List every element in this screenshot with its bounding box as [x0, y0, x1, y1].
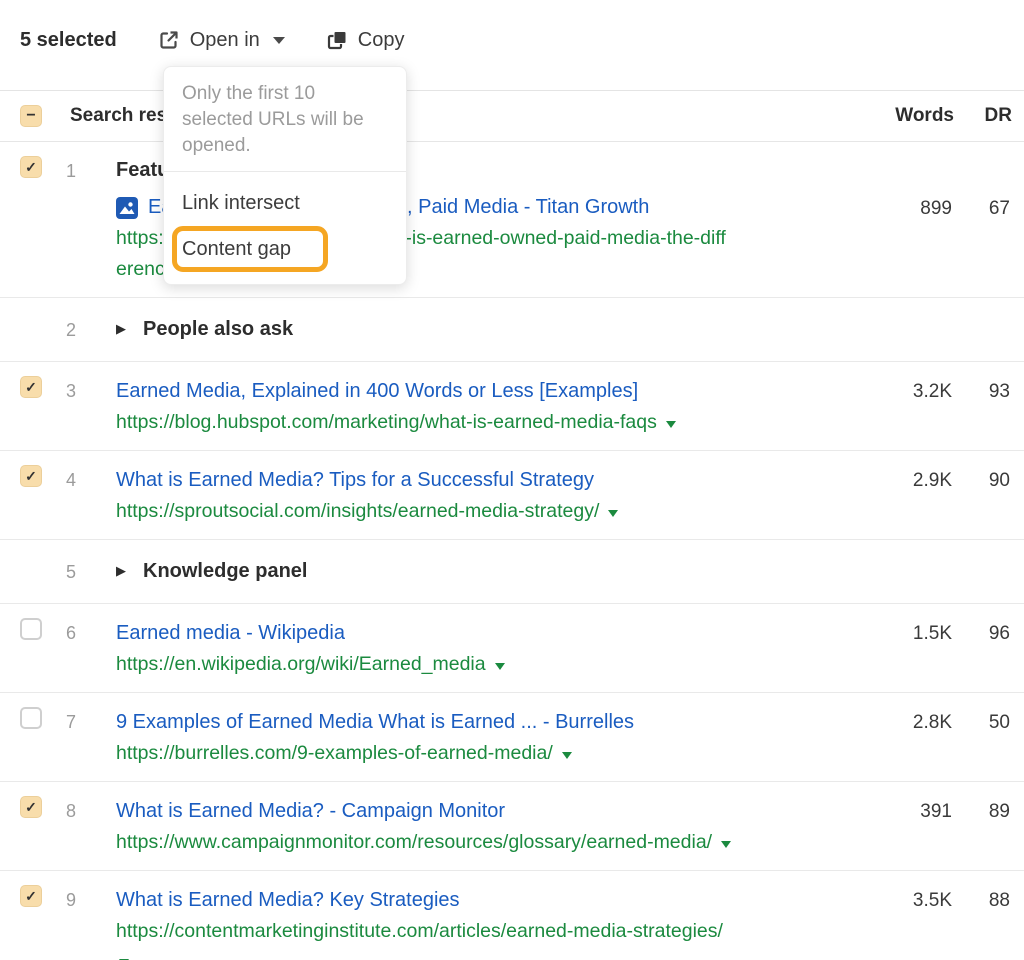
row-number: 2 [54, 315, 88, 346]
result-url: https://blog.hubspot.com/marketing/what-… [116, 411, 657, 433]
table-row: ✓ 1 Featured snippet Earned Media, Owned… [0, 142, 1024, 298]
result-url: https://contentmarketinginstitute.com/ar… [116, 920, 723, 942]
open-in-label: Open in [190, 29, 260, 52]
results-table: − Search results Words DR ✓ 1 Featured s… [0, 90, 1024, 960]
dr-value: 93 [966, 376, 1010, 407]
result-title-link[interactable]: 9 Examples of Earned Media What is Earne… [116, 707, 634, 738]
dr-value: 89 [966, 796, 1010, 827]
row-number: 5 [54, 557, 88, 588]
table-row: ✓ 4 What is Earned Media? Tips for a Suc… [0, 451, 1024, 540]
table-row: 7 9 Examples of Earned Media What is Ear… [0, 693, 1024, 782]
row-checkbox[interactable]: ✓ [20, 885, 42, 907]
table-body: ✓ 1 Featured snippet Earned Media, Owned… [0, 142, 1024, 960]
row-number: 7 [54, 707, 88, 738]
select-all-checkbox[interactable]: − [20, 105, 42, 127]
serp-results-panel: 5 selected Open in Copy [0, 0, 1024, 960]
copy-button[interactable]: Copy [327, 29, 405, 52]
dr-value: 50 [966, 707, 1010, 738]
result-url-line: https://blog.hubspot.com/marketing/what-… [116, 411, 676, 433]
row-checkbox[interactable]: ✓ [20, 796, 42, 818]
table-row: ✓ 9 What is Earned Media? Key Strategies… [0, 871, 1024, 960]
result-url: https://en.wikipedia.org/wiki/Earned_med… [116, 653, 486, 675]
row-number: 3 [54, 376, 88, 407]
group-title[interactable]: People also ask [143, 315, 293, 343]
words-value: 3.5K [888, 885, 952, 916]
bulk-actions-toolbar: 5 selected Open in Copy [20, 24, 405, 56]
chevron-down-icon[interactable] [666, 421, 676, 428]
result-url: https://sproutsocial.com/insights/earned… [116, 500, 599, 522]
triangle-right-icon[interactable]: ▶ [116, 315, 126, 343]
row-checkbox[interactable] [20, 707, 42, 729]
words-value: 1.5K [888, 618, 952, 649]
result-url-line: https://contentmarketinginstitute.com/ar… [116, 920, 888, 960]
dropdown-divider [164, 171, 406, 172]
table-row-group: 2 ▶ People also ask [0, 298, 1024, 362]
row-number: 9 [54, 885, 88, 916]
result-title-link[interactable]: Earned media - Wikipedia [116, 618, 345, 649]
result-title-link[interactable]: What is Earned Media? Key Strategies [116, 885, 460, 916]
open-in-dropdown-menu: Only the first 10 selected URLs will be … [163, 66, 407, 285]
words-value: 2.8K [888, 707, 952, 738]
chevron-down-icon[interactable] [608, 510, 618, 517]
row-checkbox[interactable] [20, 618, 42, 640]
row-number: 6 [54, 618, 88, 649]
column-header-dr: DR [968, 105, 1012, 127]
row-number: 1 [54, 156, 88, 187]
table-row: ✓ 8 What is Earned Media? - Campaign Mon… [0, 782, 1024, 871]
dr-value: 96 [966, 618, 1010, 649]
chevron-down-icon[interactable] [721, 841, 731, 848]
external-link-icon [159, 30, 179, 50]
group-title[interactable]: Knowledge panel [143, 557, 307, 585]
menu-item-content-gap[interactable]: Content gap [182, 230, 388, 268]
result-url-line: https://en.wikipedia.org/wiki/Earned_med… [116, 653, 505, 675]
table-row: 6 Earned media - Wikipedia https://en.wi… [0, 604, 1024, 693]
row-number: 4 [54, 465, 88, 496]
words-value: 899 [888, 193, 952, 224]
open-in-button[interactable]: Open in [159, 29, 285, 52]
row-number: 8 [54, 796, 88, 827]
row-checkbox[interactable]: ✓ [20, 376, 42, 398]
image-icon [116, 197, 138, 219]
words-value: 3.2K [888, 376, 952, 407]
dropdown-hint-text: Only the first 10 selected URLs will be … [182, 81, 388, 159]
dr-value: 67 [966, 193, 1010, 224]
copy-label: Copy [358, 29, 405, 52]
result-url: https://burrelles.com/9-examples-of-earn… [116, 742, 553, 764]
column-header-words: Words [890, 105, 954, 127]
chevron-down-icon [273, 37, 285, 44]
copy-icon [327, 30, 347, 50]
result-title-link[interactable]: Earned Media, Explained in 400 Words or … [116, 376, 638, 407]
row-checkbox[interactable]: ✓ [20, 465, 42, 487]
result-url-line: https://sproutsocial.com/insights/earned… [116, 500, 618, 522]
menu-item-link-intersect[interactable]: Link intersect [182, 184, 388, 222]
annotation-highlight-ring [172, 226, 328, 272]
words-value: 2.9K [888, 465, 952, 496]
triangle-right-icon[interactable]: ▶ [116, 557, 126, 585]
result-url-line: https://www.campaignmonitor.com/resource… [116, 831, 731, 853]
result-url: https://www.campaignmonitor.com/resource… [116, 831, 712, 853]
table-row: ✓ 3 Earned Media, Explained in 400 Words… [0, 362, 1024, 451]
table-row-group: 5 ▶ Knowledge panel [0, 540, 1024, 604]
words-value: 391 [888, 796, 952, 827]
result-url-line: https://burrelles.com/9-examples-of-earn… [116, 742, 572, 764]
chevron-down-icon[interactable] [495, 663, 505, 670]
result-title-link[interactable]: What is Earned Media? - Campaign Monitor [116, 796, 505, 827]
dr-value: 90 [966, 465, 1010, 496]
selected-count: 5 selected [20, 29, 117, 52]
table-header-row: − Search results Words DR [0, 90, 1024, 142]
chevron-down-icon[interactable] [562, 752, 572, 759]
dr-value: 88 [966, 885, 1010, 916]
result-title-link[interactable]: What is Earned Media? Tips for a Success… [116, 465, 594, 496]
row-checkbox[interactable]: ✓ [20, 156, 42, 178]
